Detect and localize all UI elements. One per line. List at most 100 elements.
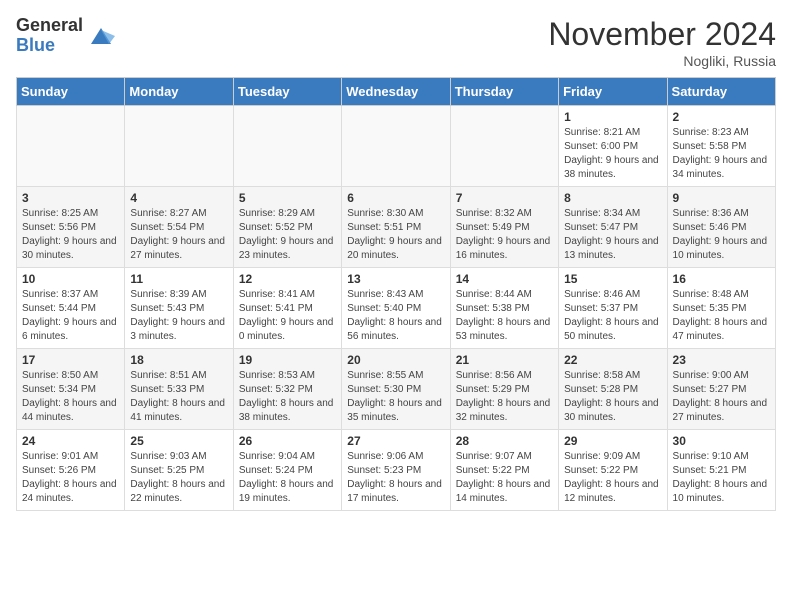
day-number: 25 xyxy=(130,434,227,448)
day-info: Sunrise: 8:43 AM Sunset: 5:40 PM Dayligh… xyxy=(347,288,444,344)
day-number: 16 xyxy=(673,272,770,286)
day-info: Sunrise: 8:58 AM Sunset: 5:28 PM Dayligh… xyxy=(564,369,661,425)
day-info: Sunrise: 9:04 AM Sunset: 5:24 PM Dayligh… xyxy=(239,450,336,506)
day-number: 6 xyxy=(347,191,444,205)
day-info: Sunrise: 8:37 AM Sunset: 5:44 PM Dayligh… xyxy=(22,288,119,344)
calendar-cell xyxy=(17,106,125,187)
col-wednesday: Wednesday xyxy=(342,78,450,106)
day-number: 24 xyxy=(22,434,119,448)
calendar: Sunday Monday Tuesday Wednesday Thursday… xyxy=(16,77,776,511)
day-number: 17 xyxy=(22,353,119,367)
day-number: 2 xyxy=(673,110,770,124)
calendar-week-0: 1 Sunrise: 8:21 AM Sunset: 6:00 PM Daylig… xyxy=(17,106,776,187)
day-info: Sunrise: 8:41 AM Sunset: 5:41 PM Dayligh… xyxy=(239,288,336,344)
calendar-cell: 3Sunrise: 8:25 AM Sunset: 5:56 PM Daylig… xyxy=(17,187,125,268)
day-number: 12 xyxy=(239,272,336,286)
day-info: Sunrise: 8:39 AM Sunset: 5:43 PM Dayligh… xyxy=(130,288,227,344)
calendar-week-3: 17 Sunrise: 8:50 AM Sunset: 5:34 PM Dayli… xyxy=(17,349,776,430)
day-number: 18 xyxy=(130,353,227,367)
calendar-cell: 9 Sunrise: 8:36 AM Sunset: 5:46 PM Daylig… xyxy=(667,187,775,268)
calendar-week-1: 3Sunrise: 8:25 AM Sunset: 5:56 PM Daylig… xyxy=(17,187,776,268)
day-info: Sunrise: 8:50 AM Sunset: 5:34 PM Dayligh… xyxy=(22,369,119,425)
header: General Blue November 2024 Nogliki, Russ… xyxy=(16,16,776,69)
day-number: 26 xyxy=(239,434,336,448)
calendar-week-2: 10 Sunrise: 8:37 AM Sunset: 5:44 PM Dayli… xyxy=(17,268,776,349)
day-info: Sunrise: 9:00 AM Sunset: 5:27 PM Dayligh… xyxy=(673,369,770,425)
day-number: 29 xyxy=(564,434,661,448)
col-sunday: Sunday xyxy=(17,78,125,106)
calendar-cell: 26 Sunrise: 9:04 AM Sunset: 5:24 PM Dayli… xyxy=(233,430,341,511)
day-number: 13 xyxy=(347,272,444,286)
day-info: Sunrise: 8:48 AM Sunset: 5:35 PM Dayligh… xyxy=(673,288,770,344)
calendar-cell: 14Sunrise: 8:44 AM Sunset: 5:38 PM Dayli… xyxy=(450,268,558,349)
calendar-cell: 22 Sunrise: 8:58 AM Sunset: 5:28 PM Dayli… xyxy=(559,349,667,430)
calendar-cell: 29 Sunrise: 9:09 AM Sunset: 5:22 PM Dayli… xyxy=(559,430,667,511)
title-area: November 2024 Nogliki, Russia xyxy=(548,16,776,69)
day-number: 23 xyxy=(673,353,770,367)
day-number: 27 xyxy=(347,434,444,448)
day-number: 4 xyxy=(130,191,227,205)
calendar-cell: 30Sunrise: 9:10 AM Sunset: 5:21 PM Dayli… xyxy=(667,430,775,511)
day-number: 5 xyxy=(239,191,336,205)
calendar-cell: 24Sunrise: 9:01 AM Sunset: 5:26 PM Dayli… xyxy=(17,430,125,511)
day-info: Sunrise: 9:09 AM Sunset: 5:22 PM Dayligh… xyxy=(564,450,661,506)
day-number: 8 xyxy=(564,191,661,205)
calendar-cell: 7 Sunrise: 8:32 AM Sunset: 5:49 PM Daylig… xyxy=(450,187,558,268)
calendar-cell: 27 Sunrise: 9:06 AM Sunset: 5:23 PM Dayli… xyxy=(342,430,450,511)
calendar-cell: 1 Sunrise: 8:21 AM Sunset: 6:00 PM Daylig… xyxy=(559,106,667,187)
day-info: Sunrise: 8:32 AM Sunset: 5:49 PM Dayligh… xyxy=(456,207,553,263)
calendar-cell: 16 Sunrise: 8:48 AM Sunset: 5:35 PM Dayli… xyxy=(667,268,775,349)
day-info: Sunrise: 8:27 AM Sunset: 5:54 PM Dayligh… xyxy=(130,207,227,263)
month-title: November 2024 xyxy=(548,16,776,53)
calendar-cell: 28 Sunrise: 9:07 AM Sunset: 5:22 PM Dayli… xyxy=(450,430,558,511)
day-number: 1 xyxy=(564,110,661,124)
calendar-cell: 20Sunrise: 8:55 AM Sunset: 5:30 PM Dayli… xyxy=(342,349,450,430)
calendar-cell: 19 Sunrise: 8:53 AM Sunset: 5:32 PM Dayli… xyxy=(233,349,341,430)
calendar-week-4: 24Sunrise: 9:01 AM Sunset: 5:26 PM Dayli… xyxy=(17,430,776,511)
calendar-cell: 11 Sunrise: 8:39 AM Sunset: 5:43 PM Dayli… xyxy=(125,268,233,349)
calendar-cell: 25 Sunrise: 9:03 AM Sunset: 5:25 PM Dayli… xyxy=(125,430,233,511)
calendar-cell: 10 Sunrise: 8:37 AM Sunset: 5:44 PM Dayli… xyxy=(17,268,125,349)
calendar-cell xyxy=(342,106,450,187)
day-number: 7 xyxy=(456,191,553,205)
col-thursday: Thursday xyxy=(450,78,558,106)
day-number: 20 xyxy=(347,353,444,367)
col-monday: Monday xyxy=(125,78,233,106)
calendar-cell: 12 Sunrise: 8:41 AM Sunset: 5:41 PM Dayli… xyxy=(233,268,341,349)
calendar-cell: 4 Sunrise: 8:27 AM Sunset: 5:54 PM Daylig… xyxy=(125,187,233,268)
day-number: 22 xyxy=(564,353,661,367)
logo-icon xyxy=(87,22,115,50)
calendar-cell: 23 Sunrise: 9:00 AM Sunset: 5:27 PM Dayli… xyxy=(667,349,775,430)
calendar-cell: 6Sunrise: 8:30 AM Sunset: 5:51 PM Daylig… xyxy=(342,187,450,268)
calendar-cell xyxy=(450,106,558,187)
calendar-cell: 2 Sunrise: 8:23 AM Sunset: 5:58 PM Daylig… xyxy=(667,106,775,187)
day-number: 10 xyxy=(22,272,119,286)
day-info: Sunrise: 9:06 AM Sunset: 5:23 PM Dayligh… xyxy=(347,450,444,506)
day-number: 9 xyxy=(673,191,770,205)
calendar-cell: 13 Sunrise: 8:43 AM Sunset: 5:40 PM Dayli… xyxy=(342,268,450,349)
day-number: 19 xyxy=(239,353,336,367)
day-number: 11 xyxy=(130,272,227,286)
calendar-cell: 21 Sunrise: 8:56 AM Sunset: 5:29 PM Dayli… xyxy=(450,349,558,430)
calendar-cell: 15Sunrise: 8:46 AM Sunset: 5:37 PM Dayli… xyxy=(559,268,667,349)
calendar-cell: 18Sunrise: 8:51 AM Sunset: 5:33 PM Dayli… xyxy=(125,349,233,430)
calendar-header-row: Sunday Monday Tuesday Wednesday Thursday… xyxy=(17,78,776,106)
calendar-cell: 5 Sunrise: 8:29 AM Sunset: 5:52 PM Daylig… xyxy=(233,187,341,268)
day-info: Sunrise: 8:44 AM Sunset: 5:38 PM Dayligh… xyxy=(456,288,553,344)
day-info: Sunrise: 8:23 AM Sunset: 5:58 PM Dayligh… xyxy=(673,126,770,182)
day-number: 21 xyxy=(456,353,553,367)
logo-blue: Blue xyxy=(16,36,83,56)
day-info: Sunrise: 9:03 AM Sunset: 5:25 PM Dayligh… xyxy=(130,450,227,506)
day-info: Sunrise: 9:07 AM Sunset: 5:22 PM Dayligh… xyxy=(456,450,553,506)
day-info: Sunrise: 8:56 AM Sunset: 5:29 PM Dayligh… xyxy=(456,369,553,425)
day-info: Sunrise: 8:53 AM Sunset: 5:32 PM Dayligh… xyxy=(239,369,336,425)
day-info: Sunrise: 8:29 AM Sunset: 5:52 PM Dayligh… xyxy=(239,207,336,263)
col-friday: Friday xyxy=(559,78,667,106)
location: Nogliki, Russia xyxy=(548,53,776,69)
day-number: 28 xyxy=(456,434,553,448)
day-info: Sunrise: 8:21 AM Sunset: 6:00 PM Dayligh… xyxy=(564,126,661,182)
day-info: Sunrise: 8:36 AM Sunset: 5:46 PM Dayligh… xyxy=(673,207,770,263)
calendar-cell xyxy=(233,106,341,187)
day-number: 15 xyxy=(564,272,661,286)
day-number: 30 xyxy=(673,434,770,448)
